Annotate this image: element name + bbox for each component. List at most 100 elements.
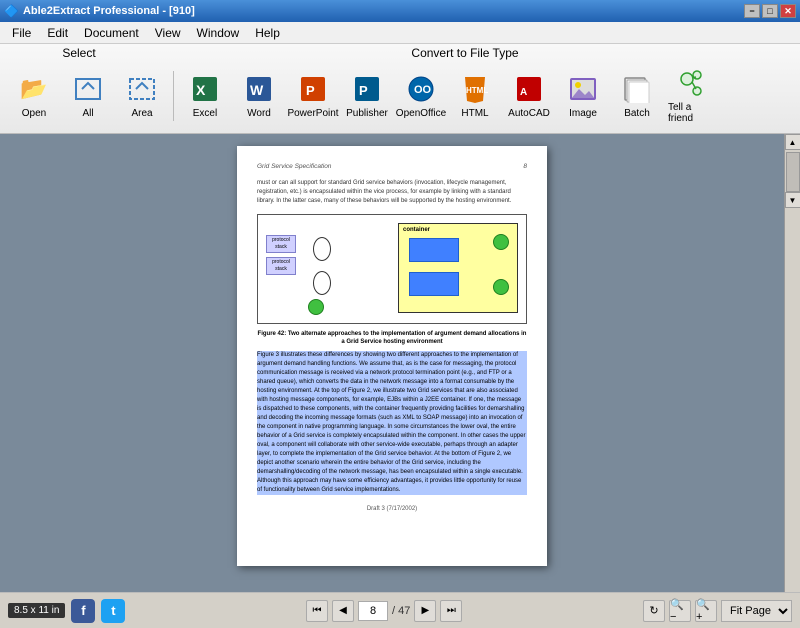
fit-page-select[interactable]: Fit Page: [721, 600, 792, 622]
menu-file[interactable]: File: [4, 24, 39, 42]
open-label: Open: [22, 108, 46, 119]
page-body-text: must or can all support for standard Gri…: [257, 179, 527, 206]
svg-text:W: W: [250, 82, 264, 98]
document-page: Grid Service Specification 8 must or can…: [237, 146, 547, 566]
publisher-label: Publisher: [346, 108, 388, 119]
page-number-input[interactable]: 8: [358, 601, 388, 621]
highlighted-paragraph: Figure 3 illustrates these differences b…: [257, 351, 527, 495]
green-circle-bottom: [308, 299, 324, 315]
menu-help[interactable]: Help: [247, 24, 288, 42]
batch-icon: [621, 73, 653, 105]
green-circle-1: [493, 234, 509, 250]
zoom-out-button[interactable]: 🔍−: [669, 600, 691, 622]
autocad-icon: A: [513, 73, 545, 105]
diagram: container protocol stack protocol stack: [257, 214, 527, 324]
last-page-button[interactable]: ⏭: [440, 600, 462, 622]
view-controls: ↻ 🔍− 🔍+ Fit Page: [643, 600, 792, 622]
protocol-left: protocol stack protocol stack: [266, 235, 296, 275]
restore-button[interactable]: □: [762, 4, 778, 18]
prev-page-button[interactable]: ◀: [332, 600, 354, 622]
openoffice-label: OpenOffice: [396, 108, 446, 119]
select-section-label: Select: [14, 46, 144, 60]
image-button[interactable]: Image: [557, 68, 609, 124]
status-bar: 8.5 x 11 in f t ⏮ ◀ 8 / 47 ▶ ⏭ ↻ 🔍− 🔍+ F…: [0, 592, 800, 628]
title-bar-controls: − □ ✕: [744, 4, 796, 18]
menu-view[interactable]: View: [147, 24, 189, 42]
zoom-in-button[interactable]: 🔍+: [695, 600, 717, 622]
page-header: Grid Service Specification 8: [257, 162, 527, 171]
title-bar: 🔷 Able2Extract Professional - [910] − □ …: [0, 0, 800, 22]
document-area[interactable]: Grid Service Specification 8 must or can…: [0, 134, 784, 592]
tell-a-friend-label: Tell a friend: [668, 102, 714, 124]
app-icon: 🔷: [4, 4, 19, 18]
page-navigation: ⏮ ◀ 8 / 47 ▶ ⏭: [306, 600, 462, 622]
svg-text:OO: OO: [414, 84, 432, 96]
facebook-button[interactable]: f: [71, 599, 95, 623]
batch-button[interactable]: Batch: [611, 68, 663, 124]
all-button[interactable]: All: [62, 68, 114, 124]
open-icon: 📂: [18, 73, 50, 105]
page-total: / 47: [392, 605, 410, 617]
area-icon: [126, 73, 158, 105]
area-button[interactable]: Area: [116, 68, 168, 124]
openoffice-button[interactable]: OO OpenOffice: [395, 68, 447, 124]
menu-document[interactable]: Document: [76, 24, 147, 42]
proto-item-2: protocol stack: [266, 257, 296, 275]
image-icon: [567, 73, 599, 105]
oval-2: [313, 271, 331, 295]
blue-box-1: [409, 238, 459, 262]
page-footer: Draft 3 (7/17/2002): [257, 505, 527, 513]
twitter-button[interactable]: t: [101, 599, 125, 623]
word-icon: W: [243, 73, 275, 105]
excel-icon: X: [189, 73, 221, 105]
toolbar-separator-1: [173, 71, 174, 121]
html-button[interactable]: HTML HTML: [449, 68, 501, 124]
scroll-thumb[interactable]: [786, 152, 800, 192]
menu-bar: File Edit Document View Window Help: [0, 22, 800, 44]
scroll-up-button[interactable]: ▲: [785, 134, 800, 150]
publisher-button[interactable]: P Publisher: [341, 68, 393, 124]
menu-edit[interactable]: Edit: [39, 24, 76, 42]
toolbar-buttons: 📂 Open All Area: [4, 60, 796, 131]
first-page-button[interactable]: ⏮: [306, 600, 328, 622]
publisher-icon: P: [351, 73, 383, 105]
container-box: container: [398, 223, 518, 313]
svg-text:P: P: [359, 83, 368, 98]
ppt-icon: P: [297, 73, 329, 105]
ppt-label: PowerPoint: [287, 108, 338, 119]
scroll-down-button[interactable]: ▼: [785, 192, 800, 208]
word-label: Word: [247, 108, 271, 119]
word-button[interactable]: W Word: [233, 68, 285, 124]
autocad-button[interactable]: A AutoCAD: [503, 68, 555, 124]
svg-text:HTML: HTML: [466, 86, 488, 95]
close-button[interactable]: ✕: [780, 4, 796, 18]
html-label: HTML: [461, 108, 488, 119]
page-size-badge: 8.5 x 11 in: [8, 603, 65, 618]
svg-text:X: X: [196, 82, 206, 98]
page-header-number: 8: [523, 162, 527, 171]
convert-section-label: Convert to File Type: [144, 46, 786, 60]
menu-window[interactable]: Window: [189, 24, 248, 42]
autocad-label: AutoCAD: [508, 108, 550, 119]
green-circle-2: [493, 279, 509, 295]
toolbar: Select Convert to File Type 📂 Open All: [0, 44, 800, 134]
ppt-button[interactable]: P PowerPoint: [287, 68, 339, 124]
title-bar-text: Able2Extract Professional - [910]: [23, 5, 195, 17]
minimize-button[interactable]: −: [744, 4, 760, 18]
title-bar-left: 🔷 Able2Extract Professional - [910]: [4, 4, 195, 18]
vertical-scrollbar[interactable]: ▲ ▼: [784, 134, 800, 592]
tell-a-friend-icon: [675, 67, 707, 99]
excel-label: Excel: [193, 108, 217, 119]
blue-box-2: [409, 272, 459, 296]
tell-a-friend-button[interactable]: Tell a friend: [665, 62, 717, 129]
oval-1: [313, 237, 331, 261]
container-label: container: [403, 226, 430, 234]
main-content: Grid Service Specification 8 must or can…: [0, 134, 800, 592]
excel-button[interactable]: X Excel: [179, 68, 231, 124]
image-label: Image: [569, 108, 597, 119]
openoffice-icon: OO: [405, 73, 437, 105]
refresh-button[interactable]: ↻: [643, 600, 665, 622]
next-page-button[interactable]: ▶: [414, 600, 436, 622]
open-button[interactable]: 📂 Open: [8, 68, 60, 124]
figure-caption: Figure 42: Two alternate approaches to t…: [257, 330, 527, 347]
